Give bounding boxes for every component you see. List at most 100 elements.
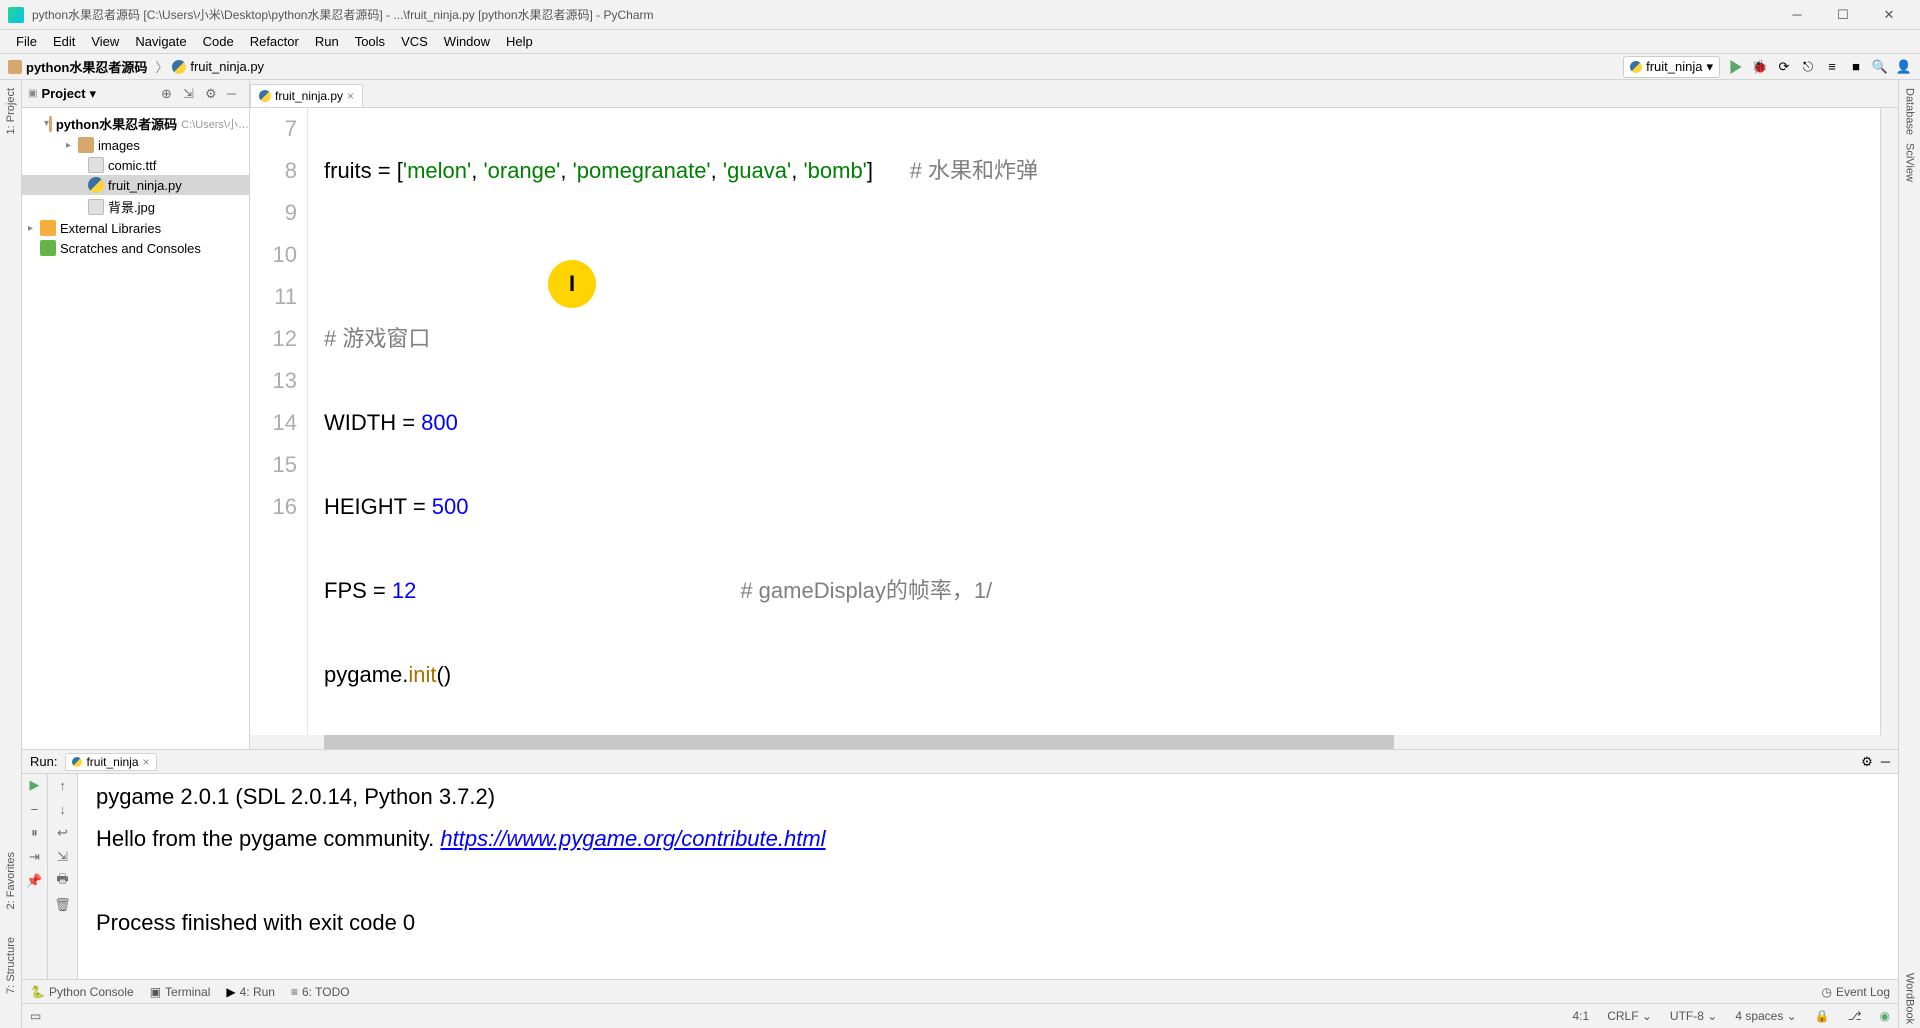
project-root[interactable]: ▾ python水果忍者源码 C:\Users\小… bbox=[22, 112, 249, 135]
status-left-icon[interactable]: ▭ bbox=[30, 1009, 41, 1023]
menu-navigate[interactable]: Navigate bbox=[127, 34, 194, 49]
tab-project[interactable]: 1: Project bbox=[5, 84, 17, 138]
status-encoding[interactable]: UTF-8 ⌄ bbox=[1670, 1009, 1717, 1023]
gear-icon[interactable]: ⚙ bbox=[1861, 754, 1873, 770]
menu-view[interactable]: View bbox=[83, 34, 127, 49]
stop-button[interactable]: ■ bbox=[1848, 59, 1864, 75]
scrollbar-thumb[interactable] bbox=[324, 735, 1394, 749]
search-button[interactable]: 🔍 bbox=[1872, 59, 1888, 75]
caret-right-icon[interactable]: ▸ bbox=[28, 223, 40, 234]
project-panel-header: ▣ Project ▾ ⊕ ⇲ ⚙ ─ bbox=[22, 80, 249, 108]
code-lines[interactable]: fruits = ['melon', 'orange', 'pomegranat… bbox=[308, 108, 1880, 735]
menu-vcs[interactable]: VCS bbox=[393, 34, 436, 49]
menu-window[interactable]: Window bbox=[436, 34, 498, 49]
breadcrumbs: python水果忍者源码 〉 fruit_ninja.py bbox=[8, 57, 272, 76]
breadcrumb-project[interactable]: python水果忍者源码 bbox=[8, 57, 151, 76]
right-tool-tabs: Database SciView WordBook bbox=[1898, 80, 1920, 1028]
tab-structure[interactable]: 7: Structure bbox=[5, 933, 17, 998]
project-panel-title: Project bbox=[41, 86, 85, 101]
status-inspect-icon[interactable]: ◉ bbox=[1880, 1009, 1890, 1023]
scroll-to-end-icon[interactable]: ⇲ bbox=[54, 848, 72, 866]
stop-icon[interactable]: ⎯ bbox=[26, 800, 44, 818]
python-icon bbox=[172, 60, 186, 74]
folder-icon bbox=[49, 116, 52, 132]
menu-file[interactable]: File bbox=[8, 34, 45, 49]
tree-file-fruit-ninja[interactable]: fruit_ninja.py bbox=[22, 175, 249, 195]
pause-icon[interactable]: ⏸ bbox=[26, 824, 44, 842]
project-panel: ▣ Project ▾ ⊕ ⇲ ⚙ ─ ▾ python水 bbox=[22, 80, 250, 749]
run-with-coverage-button[interactable]: ⟳ bbox=[1776, 59, 1792, 75]
folder-icon: ▣ bbox=[28, 88, 37, 99]
tab-favorites[interactable]: 2: Favorites bbox=[5, 848, 17, 913]
status-lock-icon[interactable]: 🔒 bbox=[1815, 1009, 1830, 1023]
tab-sciview[interactable]: SciView bbox=[1904, 139, 1916, 186]
minimize-button[interactable]: ─ bbox=[1774, 0, 1820, 30]
profile-button[interactable]: ⎋ bbox=[1800, 59, 1816, 75]
soft-wrap-icon[interactable]: ↩ bbox=[54, 824, 72, 842]
menu-bar: File Edit View Navigate Code Refactor Ru… bbox=[0, 30, 1920, 54]
status-bar: ▭ 4:1 CRLF ⌄ UTF-8 ⌄ 4 spaces ⌄ 🔒 ⎇ ◉ bbox=[22, 1003, 1898, 1028]
chevron-down-icon[interactable]: ▾ bbox=[90, 86, 97, 102]
menu-edit[interactable]: Edit bbox=[45, 34, 83, 49]
trash-icon[interactable]: 📌 bbox=[26, 872, 44, 890]
console-line bbox=[96, 860, 1880, 902]
menu-run[interactable]: Run bbox=[307, 34, 347, 49]
exit-icon[interactable]: ⇥ bbox=[26, 848, 44, 866]
hide-icon[interactable]: ─ bbox=[1881, 754, 1890, 770]
maximize-button[interactable]: ☐ bbox=[1820, 0, 1866, 30]
tab-python-console[interactable]: 🐍 Python Console bbox=[30, 985, 134, 999]
debug-button[interactable]: 🐞 bbox=[1752, 59, 1768, 75]
menu-help[interactable]: Help bbox=[498, 34, 541, 49]
editor-overview-ruler[interactable] bbox=[1880, 108, 1898, 735]
tab-run[interactable]: ▶ 4: Run bbox=[226, 985, 275, 999]
breadcrumb-separator: 〉 bbox=[151, 57, 172, 76]
emoji-button[interactable]: 👤 bbox=[1896, 59, 1912, 75]
collapse-icon[interactable]: ⇲ bbox=[183, 86, 199, 102]
editor-tab-fruit-ninja[interactable]: fruit_ninja.py × bbox=[250, 84, 363, 107]
console-link[interactable]: https://www.pygame.org/contribute.html bbox=[440, 826, 825, 851]
locate-icon[interactable]: ⊕ bbox=[161, 86, 177, 102]
hide-icon[interactable]: ─ bbox=[227, 86, 243, 102]
editor-horizontal-scrollbar[interactable] bbox=[250, 735, 1898, 749]
tab-database[interactable]: Database bbox=[1904, 84, 1916, 139]
breadcrumb-file[interactable]: fruit_ninja.py bbox=[172, 59, 272, 74]
tab-event-log[interactable]: ◷ Event Log bbox=[1821, 985, 1890, 999]
close-button[interactable]: ✕ bbox=[1866, 0, 1912, 30]
python-icon bbox=[1630, 61, 1642, 73]
run-tab[interactable]: fruit_ninja × bbox=[65, 753, 156, 771]
down-icon[interactable]: ↓ bbox=[54, 800, 72, 818]
menu-code[interactable]: Code bbox=[195, 34, 242, 49]
up-icon[interactable]: ↑ bbox=[54, 776, 72, 794]
close-icon[interactable]: × bbox=[143, 755, 150, 769]
tab-todo[interactable]: ≡ 6: TODO bbox=[291, 985, 350, 999]
tree-scratches[interactable]: Scratches and Consoles bbox=[22, 238, 249, 258]
run-console[interactable]: pygame 2.0.1 (SDL 2.0.14, Python 3.7.2) … bbox=[78, 774, 1898, 979]
attach-button[interactable]: ≡ bbox=[1824, 59, 1840, 75]
code-editor[interactable]: 7 8 9 10 11 12 13 14 15 16 fruits = ['me… bbox=[250, 108, 1898, 735]
python-icon bbox=[72, 757, 82, 767]
print-icon[interactable]: 🖶 bbox=[54, 872, 72, 890]
delete-icon[interactable]: 🗑 bbox=[54, 896, 72, 914]
project-tree[interactable]: ▾ python水果忍者源码 C:\Users\小… ▸ images comi… bbox=[22, 108, 249, 749]
tree-external-libs[interactable]: ▸ External Libraries bbox=[22, 218, 249, 238]
editor-area: fruit_ninja.py × 7 8 9 10 11 12 13 14 15 bbox=[250, 80, 1898, 749]
tab-terminal[interactable]: ▣ Terminal bbox=[150, 985, 211, 999]
status-line-sep[interactable]: CRLF ⌄ bbox=[1607, 1009, 1652, 1023]
run-config-selector[interactable]: fruit_ninja ▾ bbox=[1623, 56, 1720, 78]
caret-right-icon[interactable]: ▸ bbox=[66, 140, 78, 151]
gear-icon[interactable]: ⚙ bbox=[205, 86, 221, 102]
tree-file-comic[interactable]: comic.ttf bbox=[22, 155, 249, 175]
menu-refactor[interactable]: Refactor bbox=[242, 34, 307, 49]
rerun-icon[interactable]: ▶ bbox=[26, 776, 44, 794]
folder-icon bbox=[8, 60, 22, 74]
tree-file-bg[interactable]: 背景.jpg bbox=[22, 195, 249, 218]
status-caret-pos[interactable]: 4:1 bbox=[1573, 1009, 1590, 1023]
tab-wordbook[interactable]: WordBook bbox=[1904, 969, 1916, 1028]
menu-tools[interactable]: Tools bbox=[347, 34, 393, 49]
close-tab-icon[interactable]: × bbox=[347, 89, 354, 103]
scratch-icon bbox=[40, 240, 56, 256]
run-button[interactable] bbox=[1728, 59, 1744, 75]
tree-folder-images[interactable]: ▸ images bbox=[22, 135, 249, 155]
status-indent[interactable]: 4 spaces ⌄ bbox=[1735, 1009, 1796, 1023]
status-git-icon[interactable]: ⎇ bbox=[1848, 1009, 1862, 1023]
